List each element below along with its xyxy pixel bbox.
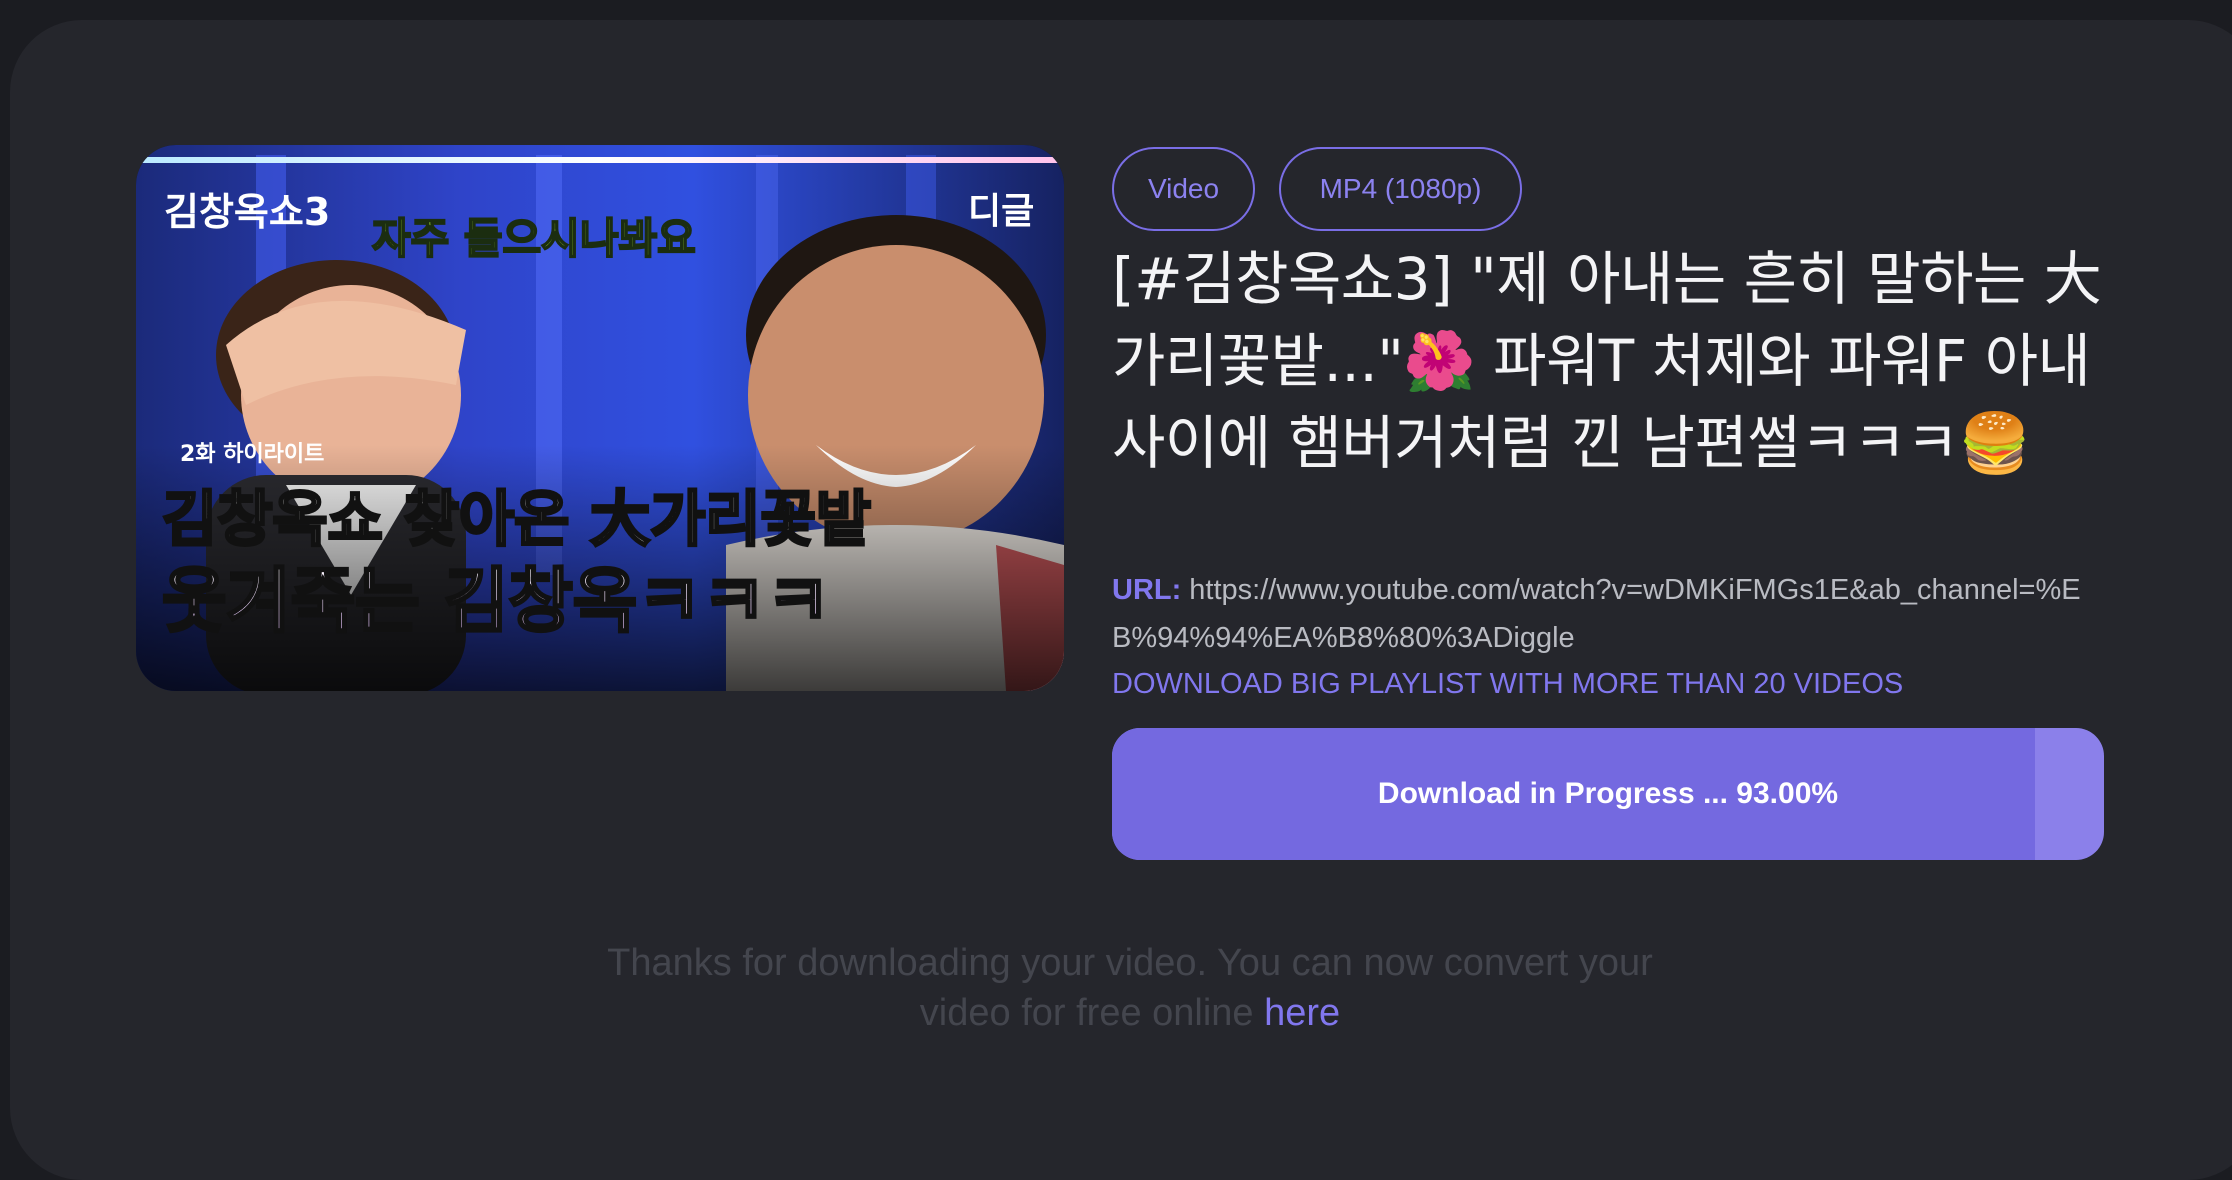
convert-here-link[interactable]: here	[1264, 992, 1340, 1034]
thumbnail-episode-badge: 2화 하이라이트	[180, 442, 324, 467]
thanks-text: Thanks for downloading your video. You c…	[607, 942, 1653, 1034]
url-label: URL:	[1112, 574, 1182, 606]
format-tag: MP4 (1080p)	[1279, 147, 1522, 231]
video-thumbnail: 김창옥쇼3 디글 자주 들으시나봐요 2화 하이라이트 김창옥쇼 찾아온 大가리…	[136, 145, 1064, 691]
progress-label: Download in Progress ... 93.00%	[1377, 777, 1839, 810]
download-progress-button[interactable]: Download in Progress ... 93.00%	[1112, 728, 2104, 860]
download-playlist-link[interactable]: DOWNLOAD BIG PLAYLIST WITH MORE THAN 20 …	[1112, 664, 1903, 704]
thumbnail-caption-line1: 김창옥쇼 찾아온 大가리꽃밭	[162, 485, 871, 555]
media-type-tag: Video	[1112, 147, 1255, 231]
video-title: [#김창옥쇼3] "제 아내는 흔히 말하는 大가리꽃밭..."🌺 파워T 처제…	[1112, 245, 2102, 477]
thumbnail-show-logo: 김창옥쇼3	[164, 190, 330, 234]
thumbnail-speech-bubble: 자주 들으시나봐요	[372, 214, 696, 263]
thumbnail-channel-logo: 디글	[968, 191, 1034, 232]
video-url: URL: https://www.youtube.com/watch?v=wDMK…	[1112, 566, 2122, 662]
thanks-message: Thanks for downloading your video. You c…	[560, 938, 1700, 1038]
thumbnail-caption-line2: 웃겨죽는 김창옥ㅋㅋㅋ	[162, 560, 830, 642]
url-value: https://www.youtube.com/watch?v=wDMKiFMG…	[1112, 574, 2081, 654]
